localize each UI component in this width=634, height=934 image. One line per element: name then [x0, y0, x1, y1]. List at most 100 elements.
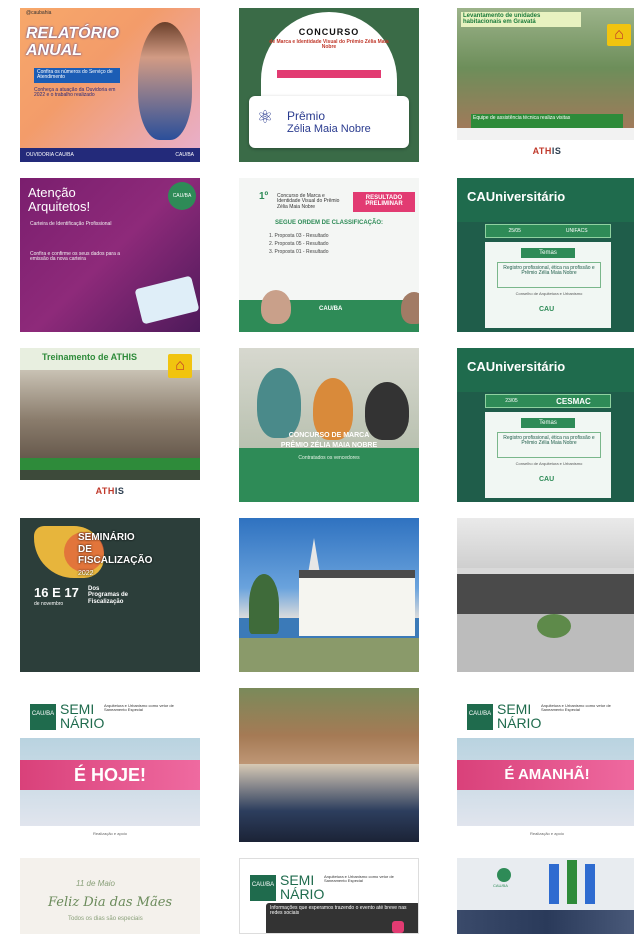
- post-line-1: Carteira de Identificação Profissional: [30, 221, 112, 227]
- highlight-box: Confira os números do Serviço de Atendim…: [34, 68, 120, 83]
- church-building: [299, 578, 415, 636]
- date-bar: 23/05 CESMAC: [485, 394, 611, 408]
- person-photo-icon: [257, 368, 301, 438]
- cau-logo: CAU/BA: [30, 704, 56, 730]
- post-title: SEMINÁRIO DE FISCALIZAÇÃO 2022: [78, 532, 153, 577]
- post-concurso[interactable]: CONCURSO de Marca e Identidade Visual do…: [239, 8, 419, 162]
- post-event-audience[interactable]: [457, 518, 634, 672]
- pink-bar: [277, 70, 381, 78]
- temas-label: Temas: [521, 418, 575, 428]
- list-item: 1. Proposta 03 - Resultado: [269, 233, 329, 239]
- post-relatorio-anual[interactable]: @caubahia RELATÓRIO ANUAL Confira os núme…: [20, 8, 200, 162]
- tree: [249, 574, 279, 634]
- semi-title: SEMI NÁRIO: [280, 872, 325, 902]
- photo-background: [20, 370, 200, 470]
- caption-line-2: PRÊMIO ZÉLIA MAIA NOBRE: [280, 442, 378, 449]
- house-icon: ⌂: [607, 24, 631, 46]
- partners-strip: Realização e apoio: [457, 826, 634, 842]
- post-header: Levantamento de unidades habitacionais e…: [461, 12, 581, 27]
- seminar-desc: Arquitetura e Urbanismo como vetor de Sa…: [324, 874, 394, 884]
- post-title: CONCURSO: [298, 27, 360, 37]
- caption-line-3: Contratados os vencedores: [298, 455, 360, 461]
- post-title: RELATÓRIO ANUAL: [26, 25, 120, 59]
- date-text: 11 de Maio: [76, 879, 115, 888]
- caption-bar: Equipe de assistência técnica realiza vi…: [471, 114, 623, 128]
- cau-mark: CAU/BA: [319, 306, 343, 312]
- post-dia-das-maes[interactable]: 11 de Maio Feliz Dia das Mães Todos os d…: [20, 858, 200, 934]
- post-heading: Concurso de Marca e Identidade Visual do…: [277, 193, 340, 210]
- cau-logo-icon: [497, 868, 511, 882]
- cau-badge: CAU/BA: [168, 182, 196, 210]
- footer-bar: OUVIDORIA CAU/BA CAU/BA: [20, 148, 200, 162]
- announcement-banner: É AMANHÃ!: [457, 760, 634, 790]
- athis-logo: ATHIS: [20, 480, 200, 502]
- post-title: Feliz Dia das Mães: [48, 895, 173, 910]
- post-subtitle: Todos os dias são especiais: [68, 916, 143, 922]
- semi-title: SEMI NÁRIO: [497, 701, 542, 731]
- topics-box: Registro profissional, ética na profissã…: [497, 432, 601, 458]
- post-cauniversitario-1[interactable]: CAUniversitário 25/05 UNIFACS Temas Regis…: [457, 178, 634, 332]
- temas-label: Temas: [521, 248, 575, 258]
- flag-icon: [585, 864, 595, 904]
- announcement-banner: É HOJE!: [20, 760, 200, 790]
- post-group-photo[interactable]: [239, 688, 419, 842]
- post-seminario-amanha[interactable]: CAU/BA SEMI NÁRIO Arquitetura e Urbanismo…: [457, 688, 634, 842]
- post-seminario-hoje[interactable]: CAU/BA SEMI NÁRIO Arquitetura e Urbanismo…: [20, 688, 200, 842]
- post-title: CAUniversitário: [457, 178, 634, 222]
- house-icon: ⌂: [168, 354, 192, 378]
- id-card-icon: [134, 275, 200, 325]
- hillside: [239, 688, 419, 768]
- post-body: Conheça a atuação da Ouvidoria em 2022 e…: [34, 87, 116, 99]
- cau-logo-text: CAU/BA: [493, 883, 508, 888]
- post-treinamento-athis[interactable]: Treinamento de ATHIS ⌂ ATHIS: [20, 348, 200, 502]
- post-subtitle: de Marca e Identidade Visual do Prêmio Z…: [269, 39, 389, 51]
- post-grid: @caubahia RELATÓRIO ANUAL Confira os núme…: [0, 0, 634, 934]
- post-meeting-photo[interactable]: CAU/BA: [457, 858, 634, 934]
- handle-text: @caubahia: [26, 10, 52, 16]
- cau-logo: CAU/BA: [467, 704, 493, 730]
- post-levantamento[interactable]: Levantamento de unidades habitacionais e…: [457, 8, 634, 162]
- caption-line-1: CONCURSO DE MARCA: [288, 432, 370, 439]
- post-cauniversitario-2[interactable]: CAUniversitário 23/05 CESMAC Temas Regist…: [457, 348, 634, 502]
- flag-icon: [567, 860, 577, 904]
- post-seminario-info[interactable]: CAU/BA SEMI NÁRIO Arquitetura e Urbanismo…: [239, 858, 419, 934]
- date-bar: 25/05 UNIFACS: [485, 224, 611, 238]
- post-atencao-arquitetos[interactable]: Atenção Arquitetos! Carteira de Identific…: [20, 178, 200, 332]
- person-photo-icon: [313, 378, 353, 440]
- partners-strip: Realização e apoio: [20, 826, 200, 842]
- molecule-logo-icon: ⚛: [257, 107, 274, 127]
- post-church-photo[interactable]: [239, 518, 419, 672]
- seminar-desc: Arquitetura e Urbanismo como vetor de Sa…: [541, 703, 611, 713]
- post-seminario-fiscalizacao[interactable]: SEMINÁRIO DE FISCALIZAÇÃO 2022 16 E 17 de n…: [20, 518, 200, 672]
- person-photo-icon: [261, 290, 291, 324]
- small-text: Conselho de Arquitetura e Urbanismo: [515, 461, 583, 466]
- cau-mark: CAU: [539, 306, 555, 313]
- post-resultado-preliminar[interactable]: 1º Concurso de Marca e Identidade Visual…: [239, 178, 419, 332]
- brand-line-1: Prêmio: [287, 109, 326, 123]
- order-label: SEGUE ORDEM DE CLASSIFICAÇÃO:: [274, 220, 383, 226]
- cau-logo: CAU/BA: [250, 875, 276, 901]
- athis-logo: ATHIS: [457, 140, 634, 162]
- flag-icon: [549, 864, 559, 904]
- instagram-icon: [392, 921, 404, 933]
- flower-arrangement: [537, 614, 571, 638]
- brand-line-2: Zélia Maia Nobre: [287, 123, 371, 135]
- ordinal: 1º: [259, 191, 269, 202]
- person-photo-icon: [401, 292, 419, 324]
- ceiling: [457, 518, 634, 568]
- list-item: 2. Proposta 05 - Resultado: [269, 241, 329, 247]
- list-item: 3. Proposta 01 - Resultado: [269, 249, 329, 255]
- green-bar: [20, 458, 200, 470]
- result-tag: RESULTADO PRELIMINAR: [353, 192, 415, 212]
- crowd: [457, 574, 634, 614]
- arch-shape: [261, 12, 397, 98]
- ground: [239, 638, 419, 672]
- post-concurso-marca[interactable]: CONCURSO DE MARCA PRÊMIO ZÉLIA MAIA NOBR…: [239, 348, 419, 502]
- seminar-desc: Arquitetura e Urbanismo como vetor de Sa…: [104, 703, 174, 713]
- semi-title: SEMI NÁRIO: [60, 701, 105, 731]
- post-line-2: Confira e confirme os seus dados para a …: [30, 251, 121, 263]
- topics-box: Registro profissional, ética na profissã…: [497, 262, 601, 288]
- group-of-people: [239, 764, 419, 842]
- event-month: de novembro: [34, 601, 64, 607]
- event-place: Dos Programas de Fiscalização: [88, 586, 129, 605]
